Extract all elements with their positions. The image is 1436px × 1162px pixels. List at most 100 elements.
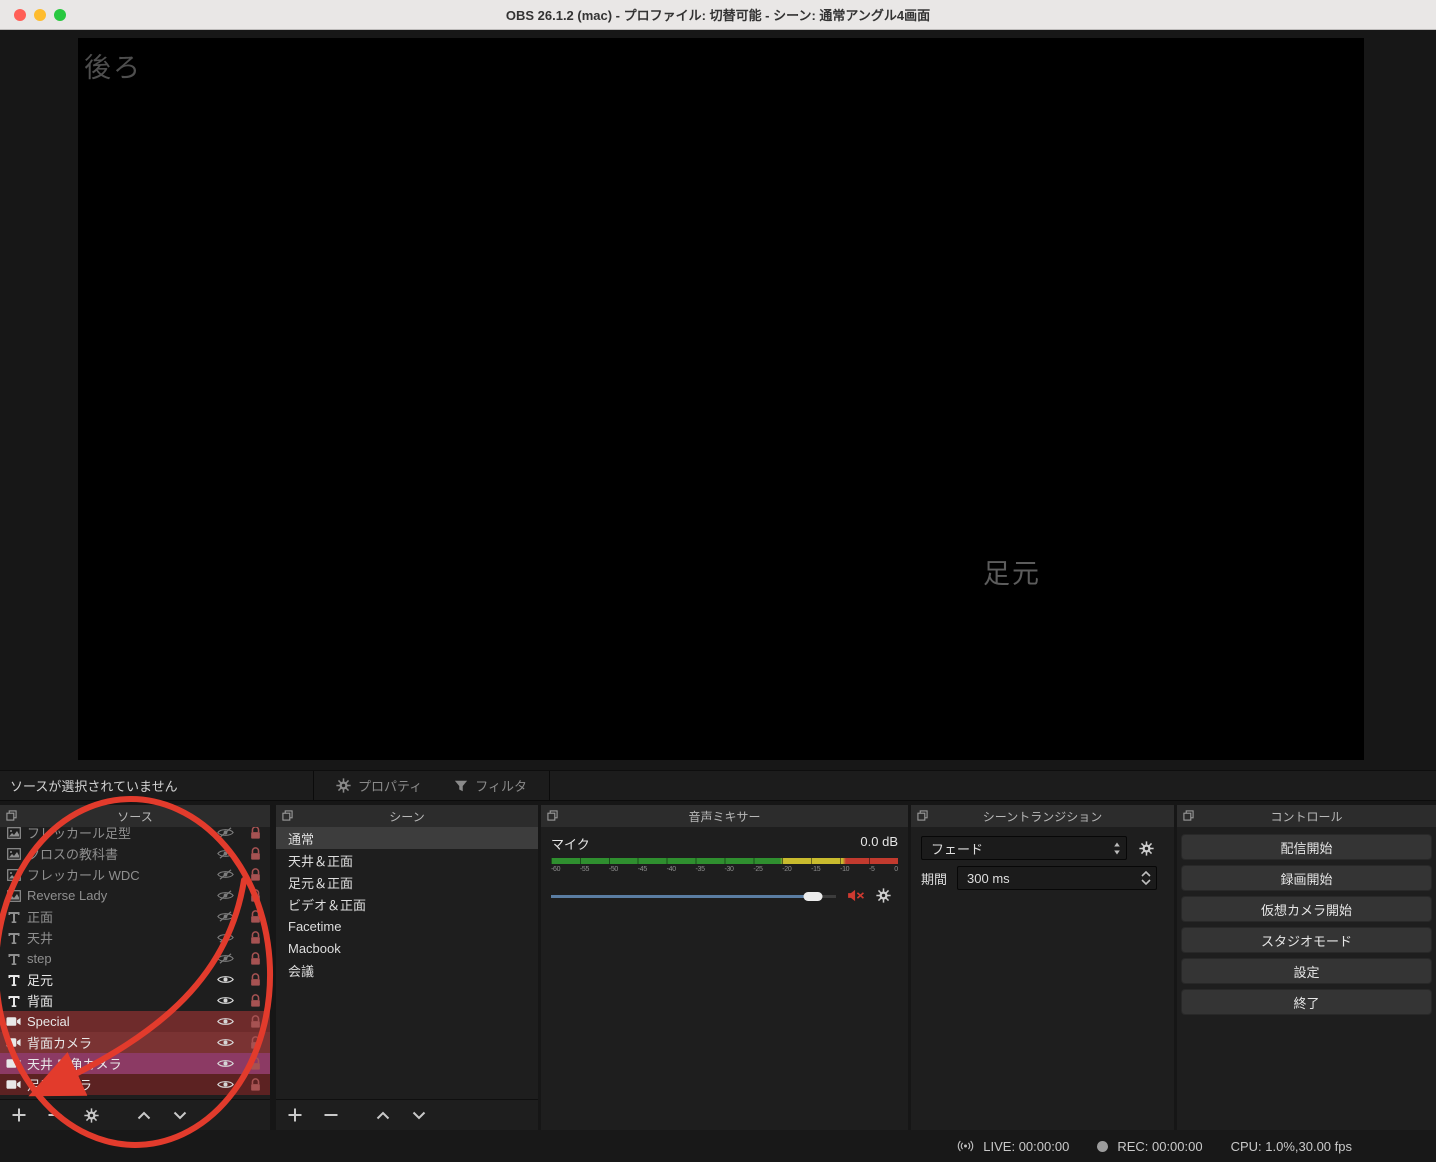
source-type-icon: [6, 995, 21, 1007]
mixer-dock-header[interactable]: 音声ミキサー: [541, 805, 908, 827]
control-button[interactable]: スタジオモード: [1181, 927, 1432, 953]
volume-slider-handle[interactable]: [804, 892, 823, 901]
remove-scene-button[interactable]: [324, 1108, 338, 1122]
visibility-toggle-icon[interactable]: [216, 848, 234, 859]
minimize-button[interactable]: [34, 9, 46, 21]
transition-gear-icon[interactable]: [1139, 841, 1154, 856]
source-row[interactable]: クロスの教科書: [0, 843, 270, 864]
lock-toggle-icon[interactable]: [248, 931, 262, 944]
traffic-lights: [14, 9, 66, 21]
scene-row[interactable]: 天井＆正面: [276, 849, 538, 871]
filters-button[interactable]: フィルタ: [454, 776, 527, 795]
visibility-toggle-icon[interactable]: [216, 995, 234, 1006]
speaker-mute-icon[interactable]: [847, 889, 865, 902]
source-row[interactable]: Special: [0, 1011, 270, 1032]
lock-toggle-icon[interactable]: [248, 847, 262, 860]
source-row[interactable]: step: [0, 948, 270, 969]
visibility-toggle-icon[interactable]: [216, 932, 234, 943]
remove-source-button[interactable]: [48, 1108, 62, 1122]
lock-toggle-icon[interactable]: [248, 1036, 262, 1049]
transition-select[interactable]: フェード: [921, 836, 1127, 860]
preview-canvas[interactable]: 後ろ 足元: [78, 38, 1364, 760]
source-row[interactable]: 正面: [0, 906, 270, 927]
scene-row[interactable]: 足元＆正面: [276, 871, 538, 893]
source-row[interactable]: 天井 広角カメラ: [0, 1053, 270, 1074]
lock-toggle-icon[interactable]: [248, 910, 262, 923]
lock-toggle-icon[interactable]: [248, 1078, 262, 1091]
lock-toggle-icon[interactable]: [248, 868, 262, 881]
visibility-toggle-icon[interactable]: [216, 1037, 234, 1048]
lock-toggle-icon[interactable]: [248, 827, 262, 839]
scene-name: 通常: [288, 829, 314, 848]
visibility-toggle-icon[interactable]: [216, 974, 234, 985]
scene-row[interactable]: ビデオ＆正面: [276, 893, 538, 915]
duration-increase-button[interactable]: [1141, 871, 1151, 877]
close-button[interactable]: [14, 9, 26, 21]
move-scene-down-button[interactable]: [412, 1111, 426, 1120]
source-name: step: [27, 951, 210, 966]
source-type-icon: [6, 1079, 21, 1090]
sources-dock-header[interactable]: ソース: [0, 805, 270, 827]
statusbar: LIVE: 00:00:00 REC: 00:00:00 CPU: 1.0%,3…: [0, 1130, 1436, 1162]
controls-dock-header[interactable]: コントロール: [1177, 805, 1436, 827]
transitions-dock-header[interactable]: シーントランジション: [911, 805, 1174, 827]
source-row[interactable]: 背面: [0, 990, 270, 1011]
control-button[interactable]: 録画開始: [1181, 865, 1432, 891]
source-row[interactable]: 足元: [0, 969, 270, 990]
meter-tick-label: -60: [551, 866, 560, 873]
lock-toggle-icon[interactable]: [248, 952, 262, 965]
control-button[interactable]: 終了: [1181, 989, 1432, 1015]
control-button[interactable]: 仮想カメラ開始: [1181, 896, 1432, 922]
move-source-up-button[interactable]: [137, 1111, 151, 1120]
visibility-toggle-icon[interactable]: [216, 827, 234, 838]
lock-toggle-icon[interactable]: [248, 889, 262, 902]
scene-name: Macbook: [288, 941, 341, 956]
preview-label-back: 後ろ: [84, 46, 142, 85]
lock-toggle-icon[interactable]: [248, 994, 262, 1007]
lock-toggle-icon[interactable]: [248, 1057, 262, 1070]
rec-time: REC: 00:00:00: [1117, 1139, 1202, 1154]
scenes-dock-header[interactable]: シーン: [276, 805, 538, 827]
zoom-button[interactable]: [54, 9, 66, 21]
source-row[interactable]: Reverse Lady: [0, 885, 270, 906]
source-row[interactable]: 背面カメラ: [0, 1032, 270, 1053]
source-name: 天井: [27, 928, 210, 947]
record-dot-icon: [1097, 1141, 1108, 1152]
source-row[interactable]: フレッカール足型: [0, 827, 270, 843]
visibility-toggle-icon[interactable]: [216, 1058, 234, 1069]
lock-toggle-icon[interactable]: [248, 973, 262, 986]
scene-transitions-dock: シーントランジション フェード 期間 300 ms: [911, 805, 1174, 1130]
source-properties-button[interactable]: [84, 1108, 99, 1123]
scene-row[interactable]: 会議: [276, 959, 538, 981]
add-source-button[interactable]: [12, 1108, 26, 1122]
properties-label: プロパティ: [358, 776, 422, 795]
scene-row[interactable]: Macbook: [276, 937, 538, 959]
meter-tick-label: -5: [869, 866, 875, 873]
source-row[interactable]: フレッカール WDC: [0, 864, 270, 885]
sources-list: フレッカール足型 クロスの教科書 フレッカール WDC Reverse Lady…: [0, 827, 270, 1099]
scene-name: 会議: [288, 961, 314, 980]
properties-button[interactable]: プロパティ: [336, 776, 422, 795]
control-button[interactable]: 配信開始: [1181, 834, 1432, 860]
duration-decrease-button[interactable]: [1141, 879, 1151, 885]
control-button[interactable]: 設定: [1181, 958, 1432, 984]
scene-row[interactable]: 通常: [276, 827, 538, 849]
mixer-gear-icon[interactable]: [876, 888, 891, 903]
volume-slider[interactable]: [551, 890, 836, 902]
add-scene-button[interactable]: [288, 1108, 302, 1122]
lock-toggle-icon[interactable]: [248, 1015, 262, 1028]
visibility-toggle-icon[interactable]: [216, 1016, 234, 1027]
source-row[interactable]: 天井: [0, 927, 270, 948]
visibility-toggle-icon[interactable]: [216, 890, 234, 901]
dock-popout-icon: [917, 810, 928, 821]
visibility-toggle-icon[interactable]: [216, 953, 234, 964]
move-source-down-button[interactable]: [173, 1111, 187, 1120]
visibility-toggle-icon[interactable]: [216, 1079, 234, 1090]
visibility-toggle-icon[interactable]: [216, 869, 234, 880]
source-row[interactable]: 足元カメラ: [0, 1074, 270, 1095]
scene-row[interactable]: Facetime: [276, 915, 538, 937]
move-scene-up-button[interactable]: [376, 1111, 390, 1120]
window-title: OBS 26.1.2 (mac) - プロファイル: 切替可能 - シーン: 通…: [506, 5, 930, 24]
duration-spinbox[interactable]: 300 ms: [957, 866, 1157, 890]
visibility-toggle-icon[interactable]: [216, 911, 234, 922]
